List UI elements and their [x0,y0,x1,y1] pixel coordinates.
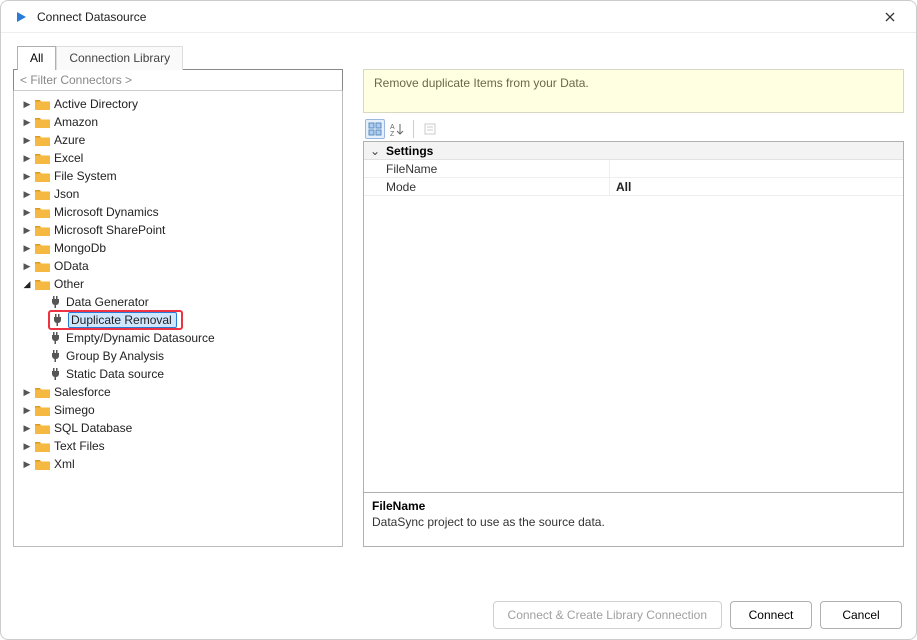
chevron-right-icon[interactable]: ▶ [20,439,34,453]
folder-icon [34,205,50,219]
chevron-down-icon[interactable]: ◢ [20,277,34,291]
chevron-right-icon[interactable]: ▶ [20,97,34,111]
property-help-body: DataSync project to use as the source da… [372,515,895,529]
folder-icon [34,421,50,435]
connector-icon [48,331,62,345]
connector-description: Remove duplicate Items from your Data. [363,69,904,113]
app-icon [13,9,29,25]
svg-text:A: A [390,124,395,131]
tree-item-other[interactable]: ◢ Other [16,275,340,293]
property-grid[interactable]: ⌄ Settings FileName Mode All [363,141,904,493]
tree-item-empty-dynamic[interactable]: ▶ Empty/Dynamic Datasource [16,329,340,347]
details-panel: Remove duplicate Items from your Data. A… [363,69,904,547]
chevron-right-icon[interactable]: ▶ [20,169,34,183]
dialog-body: All Connection Library < Filter Connecto… [1,33,916,639]
property-row-mode[interactable]: Mode All [364,178,903,196]
chevron-right-icon[interactable]: ▶ [20,403,34,417]
folder-icon [34,439,50,453]
titlebar: Connect Datasource [1,1,916,33]
chevron-right-icon[interactable]: ▶ [20,241,34,255]
window-title: Connect Datasource [37,10,874,24]
tab-all[interactable]: All [17,46,56,70]
tree-item-text-files[interactable]: ▶ Text Files [16,437,340,455]
folder-icon [34,241,50,255]
property-pages-button[interactable] [420,119,440,139]
folder-icon [34,97,50,111]
property-row-filename[interactable]: FileName [364,160,903,178]
connector-icon [48,295,62,309]
close-icon[interactable] [874,1,906,33]
tree-item-data-generator[interactable]: ▶ Data Generator [16,293,340,311]
folder-icon [34,187,50,201]
tree-item-static-data[interactable]: ▶ Static Data source [16,365,340,383]
connector-icon [48,367,62,381]
property-grid-toolbar: AZ [363,113,904,141]
chevron-right-icon[interactable]: ▶ [20,259,34,273]
alphabetical-view-button[interactable]: AZ [387,119,407,139]
chevron-right-icon[interactable]: ▶ [20,115,34,129]
svg-text:Z: Z [390,131,395,136]
tree-item-excel[interactable]: ▶ Excel [16,149,340,167]
tree-item-simego[interactable]: ▶ Simego [16,401,340,419]
tree-item-duplicate-removal[interactable]: ▶ Duplicate Removal [16,311,340,329]
tree-item-mongodb[interactable]: ▶ MongoDb [16,239,340,257]
folder-icon [34,169,50,183]
folder-icon [34,115,50,129]
chevron-right-icon[interactable]: ▶ [20,385,34,399]
connector-icon [48,349,62,363]
tree-item-sql-database[interactable]: ▶ SQL Database [16,419,340,437]
folder-icon [34,259,50,273]
tree-item-selected-label: Duplicate Removal [68,312,177,328]
tree-item-active-directory[interactable]: ▶ Active Directory [16,95,340,113]
tab-strip: All Connection Library [17,45,904,69]
tree-item-group-by[interactable]: ▶ Group By Analysis [16,347,340,365]
filter-placeholder: < Filter Connectors > [20,73,132,87]
property-help-box: FileName DataSync project to use as the … [363,493,904,547]
tree-item-odata[interactable]: ▶ OData [16,257,340,275]
tree-item-json[interactable]: ▶ Json [16,185,340,203]
tree-item-salesforce[interactable]: ▶ Salesforce [16,383,340,401]
cancel-button[interactable]: Cancel [820,601,902,629]
chevron-right-icon[interactable]: ▶ [20,205,34,219]
connect-button[interactable]: Connect [730,601,812,629]
chevron-right-icon[interactable]: ▶ [20,151,34,165]
folder-icon [34,133,50,147]
connector-icon [50,313,64,327]
collapse-icon[interactable]: ⌄ [368,144,382,158]
connect-create-library-button[interactable]: Connect & Create Library Connection [493,601,722,629]
tree-item-xml[interactable]: ▶ Xml [16,455,340,473]
filter-connectors-input[interactable]: < Filter Connectors > [13,69,343,91]
dialog-footer: Connect & Create Library Connection Conn… [15,601,902,629]
property-value-mode[interactable]: All [610,178,903,195]
tree-item-ms-sharepoint[interactable]: ▶ Microsoft SharePoint [16,221,340,239]
connector-panel: < Filter Connectors > ▶ Active Directory… [13,69,343,547]
tab-connection-library[interactable]: Connection Library [56,46,183,70]
folder-icon [34,457,50,471]
folder-icon [34,223,50,237]
chevron-right-icon[interactable]: ▶ [20,223,34,237]
chevron-right-icon[interactable]: ▶ [20,187,34,201]
chevron-right-icon[interactable]: ▶ [20,457,34,471]
folder-icon [34,277,50,291]
property-help-title: FileName [372,499,895,513]
tree-item-ms-dynamics[interactable]: ▶ Microsoft Dynamics [16,203,340,221]
tree-item-azure[interactable]: ▶ Azure [16,131,340,149]
categorized-view-button[interactable] [365,119,385,139]
toolbar-separator [413,120,414,138]
folder-icon [34,403,50,417]
chevron-right-icon[interactable]: ▶ [20,133,34,147]
property-value-filename[interactable] [610,160,903,177]
tree-item-file-system[interactable]: ▶ File System [16,167,340,185]
folder-icon [34,385,50,399]
property-category-settings[interactable]: ⌄ Settings [364,142,903,160]
connector-tree[interactable]: ▶ Active Directory ▶ Amazon ▶ Azure [13,91,343,547]
folder-icon [34,151,50,165]
tree-item-amazon[interactable]: ▶ Amazon [16,113,340,131]
chevron-right-icon[interactable]: ▶ [20,421,34,435]
